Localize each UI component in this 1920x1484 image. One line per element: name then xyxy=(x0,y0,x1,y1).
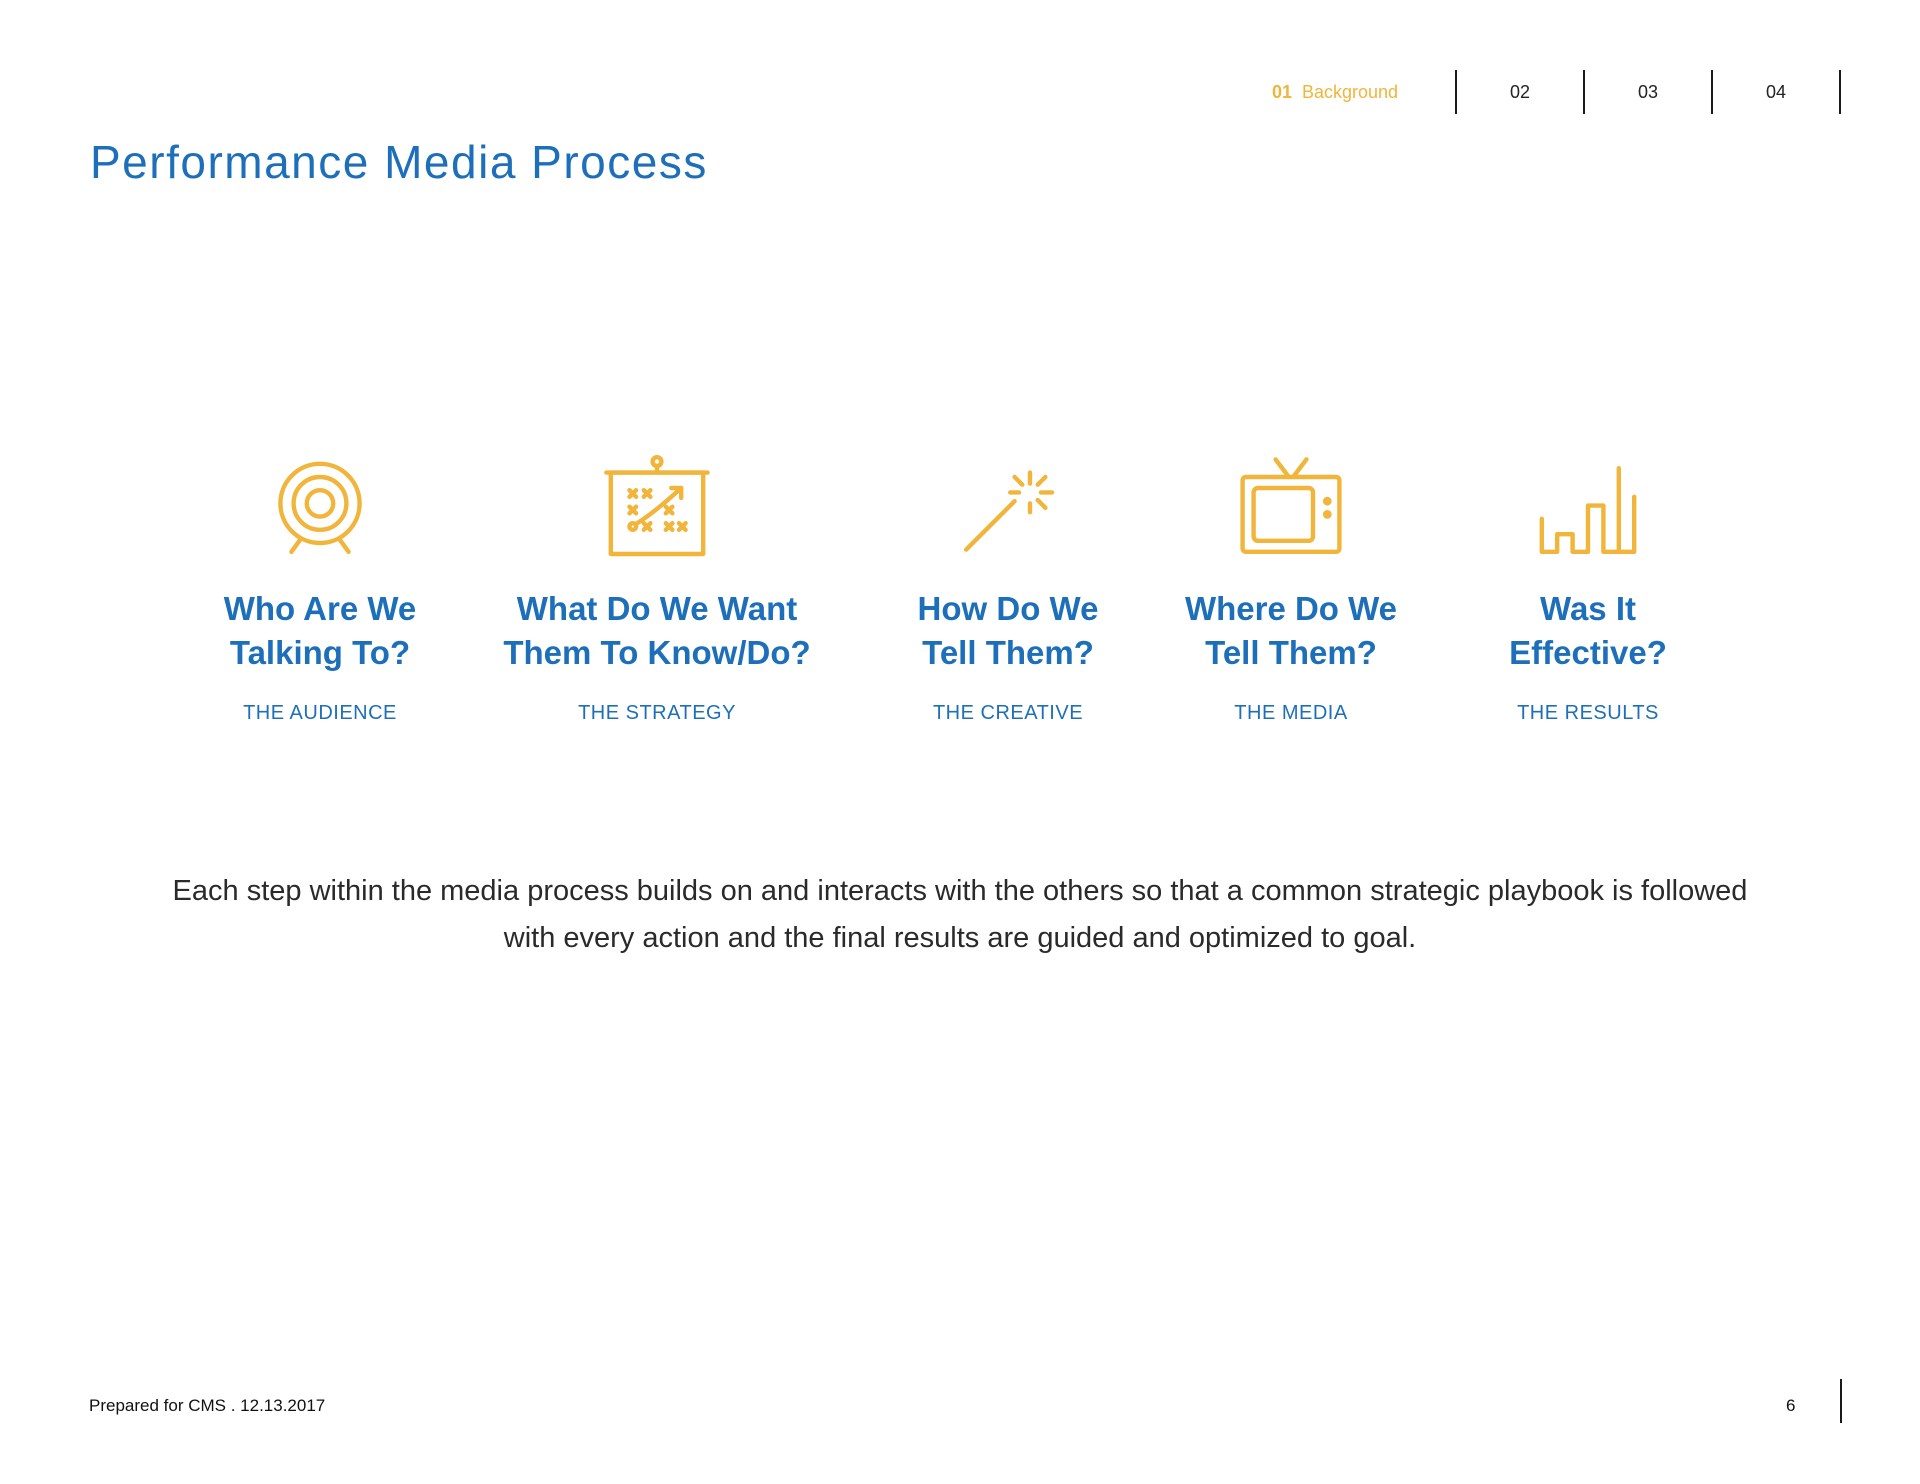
nav-item-03[interactable]: 03 xyxy=(1585,70,1711,114)
step-question: Was It Effective? xyxy=(1509,590,1667,671)
footer-divider xyxy=(1840,1379,1842,1423)
nav-item-02[interactable]: 02 xyxy=(1457,70,1583,114)
page-title: Performance Media Process xyxy=(90,136,708,188)
step-subtitle: THE RESULTS xyxy=(1517,702,1659,724)
process-step-audience: Who Are We Talking To? THE AUDIENCE xyxy=(140,455,500,725)
nav-item-number: 01 xyxy=(1271,81,1292,102)
nav-item-label: Background xyxy=(1301,81,1399,102)
nav-item-background[interactable]: 01 Background xyxy=(1235,70,1435,114)
target-icon xyxy=(265,455,375,565)
page-number: 6 xyxy=(1786,1396,1796,1415)
section-nav: 01 Background 02 03 04 xyxy=(0,70,1920,114)
nav-divider xyxy=(1839,70,1841,114)
strategy-board-icon xyxy=(602,455,712,565)
magic-wand-icon xyxy=(953,455,1063,565)
bar-chart-icon xyxy=(1533,455,1643,565)
tv-icon xyxy=(1236,455,1346,565)
step-subtitle: THE STRATEGY xyxy=(578,702,736,724)
process-description: Each step within the media process build… xyxy=(172,875,1748,954)
step-question: Who Are We Talking To? xyxy=(223,590,417,671)
step-subtitle: THE AUDIENCE xyxy=(243,702,397,724)
process-step-results: Was It Effective? THE RESULTS xyxy=(1408,455,1768,725)
nav-item-04[interactable]: 04 xyxy=(1713,70,1839,114)
process-step-strategy: What Do We Want Them To Know/Do? THE STR… xyxy=(477,455,837,725)
footer-prepared-for: Prepared for CMS . 12.13.2017 xyxy=(89,1396,326,1415)
step-question: What Do We Want Them To Know/Do? xyxy=(503,590,811,671)
